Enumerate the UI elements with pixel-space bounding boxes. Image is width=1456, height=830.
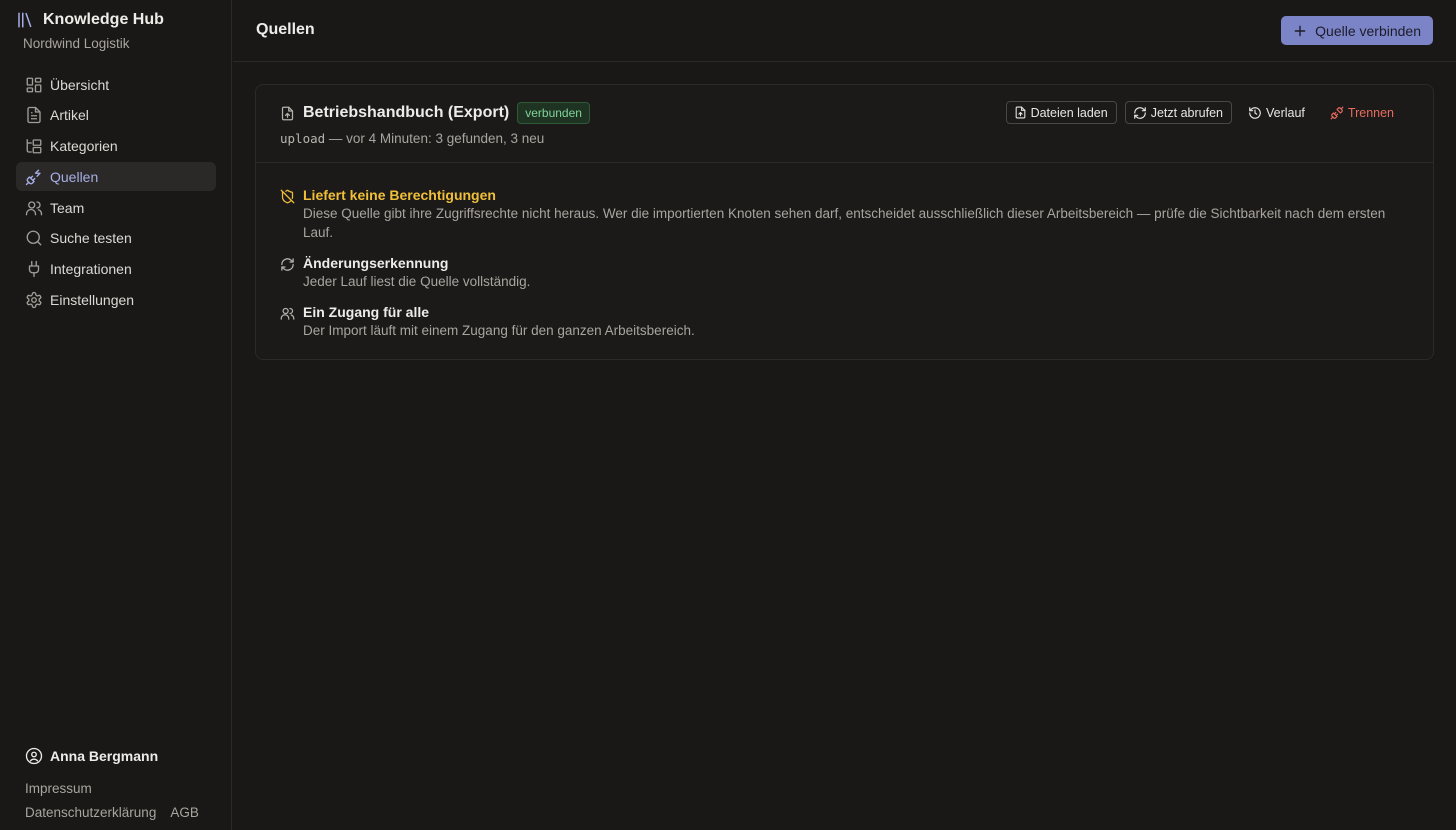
disconnect-button[interactable]: Trennen xyxy=(1322,101,1403,124)
note-title: Änderungserkennung xyxy=(303,255,449,271)
note-shared-access: Ein Zugang für alle Der Import läuft mit… xyxy=(280,304,1409,340)
shield-off-icon xyxy=(280,189,295,204)
connect-source-label: Quelle verbinden xyxy=(1315,22,1421,39)
imprint-link[interactable]: Impressum xyxy=(25,781,92,796)
status-badge: verbunden xyxy=(517,102,590,124)
file-upload-icon xyxy=(1014,106,1027,119)
source-type: upload xyxy=(280,131,326,146)
sidebar-item-label: Artikel xyxy=(50,107,89,124)
dashboard-icon xyxy=(25,76,43,94)
history-icon xyxy=(1248,106,1262,120)
sidebar-item-sources[interactable]: Quellen xyxy=(16,162,216,192)
brand[interactable]: Knowledge Hub xyxy=(16,10,164,30)
note-body: Jeder Lauf liest die Quelle vollständig. xyxy=(303,274,531,289)
fetch-now-label: Jetzt abrufen xyxy=(1150,105,1223,120)
refresh-icon xyxy=(280,257,295,272)
plug-icon xyxy=(25,260,43,278)
source-card: Betriebshandbuch (Export) verbunden uplo… xyxy=(255,84,1434,360)
sidebar-item-overview[interactable]: Übersicht xyxy=(16,70,216,99)
note-change-detection: Änderungserkennung Jeder Lauf liest die … xyxy=(280,255,1409,291)
sidebar: Knowledge Hub Nordwind Logistik Übersich… xyxy=(0,0,232,830)
note-title: Ein Zugang für alle xyxy=(303,304,430,320)
unplug-icon xyxy=(1330,106,1344,120)
upload-files-button[interactable]: Dateien laden xyxy=(1005,101,1117,124)
plus-icon xyxy=(1293,24,1307,38)
settings-icon xyxy=(25,291,43,309)
app-name: Knowledge Hub xyxy=(43,11,164,28)
sidebar-item-articles[interactable]: Artikel xyxy=(16,101,216,130)
disconnect-label: Trennen xyxy=(1347,105,1394,120)
file-upload-icon xyxy=(280,106,295,121)
plug-zap-icon xyxy=(25,168,43,186)
refresh-icon xyxy=(1133,106,1147,120)
fetch-now-button[interactable]: Jetzt abrufen xyxy=(1124,101,1232,124)
note-body: Der Import läuft mit einem Zugang für de… xyxy=(303,323,695,338)
sidebar-item-label: Quellen xyxy=(50,168,99,185)
users-icon xyxy=(25,199,43,217)
upload-files-label: Dateien laden xyxy=(1030,105,1108,120)
sidebar-item-search-test[interactable]: Suche testen xyxy=(16,224,216,253)
connect-source-button[interactable]: Quelle verbinden xyxy=(1281,16,1433,45)
source-card-header: Betriebshandbuch (Export) verbunden uplo… xyxy=(256,85,1433,163)
topbar: Quellen Quelle verbinden xyxy=(233,0,1456,62)
source-summary-text: — vor 4 Minuten: 3 gefunden, 3 neu xyxy=(325,131,545,146)
org-name: Nordwind Logistik xyxy=(23,36,130,51)
note-no-permissions: Liefert keine Berechtigungen Diese Quell… xyxy=(280,187,1409,242)
sidebar-item-label: Integrationen xyxy=(50,261,132,278)
source-title: Betriebshandbuch (Export) xyxy=(303,104,510,121)
file-text-icon xyxy=(25,106,43,124)
user-name: Anna Bergmann xyxy=(50,748,159,764)
sidebar-item-team[interactable]: Team xyxy=(16,193,216,222)
search-icon xyxy=(25,229,43,247)
sidebar-item-label: Team xyxy=(50,199,85,216)
privacy-link[interactable]: Datenschutzerklärung xyxy=(25,805,156,820)
sidebar-nav: Übersicht Artikel Kategorien Quellen Tea… xyxy=(16,70,216,316)
sidebar-item-label: Einstellungen xyxy=(50,292,135,309)
library-icon xyxy=(16,11,34,29)
sidebar-item-label: Suche testen xyxy=(50,230,132,247)
user-menu[interactable]: Anna Bergmann xyxy=(25,747,158,765)
note-body: Diese Quelle gibt ihre Zugriffsrechte ni… xyxy=(303,206,1386,240)
sidebar-item-settings[interactable]: Einstellungen xyxy=(16,286,216,315)
history-button[interactable]: Verlauf xyxy=(1240,101,1314,124)
user-circle-icon xyxy=(25,747,43,765)
source-actions: Dateien laden Jetzt abrufen Verlauf Tren… xyxy=(1005,101,1403,124)
page-title: Quellen xyxy=(256,21,315,38)
sidebar-item-label: Übersicht xyxy=(50,76,110,93)
note-title: Liefert keine Berechtigungen xyxy=(303,187,496,203)
sidebar-item-label: Kategorien xyxy=(50,138,118,155)
sidebar-item-integrations[interactable]: Integrationen xyxy=(16,255,216,284)
sidebar-item-categories[interactable]: Kategorien xyxy=(16,132,216,161)
source-summary: upload — vor 4 Minuten: 3 gefunden, 3 ne… xyxy=(280,131,544,146)
users-icon xyxy=(280,306,295,321)
history-label: Verlauf xyxy=(1265,105,1305,120)
source-notes: Liefert keine Berechtigungen Diese Quell… xyxy=(280,187,1409,353)
terms-link[interactable]: AGB xyxy=(170,805,199,820)
folder-tree-icon xyxy=(25,137,43,155)
